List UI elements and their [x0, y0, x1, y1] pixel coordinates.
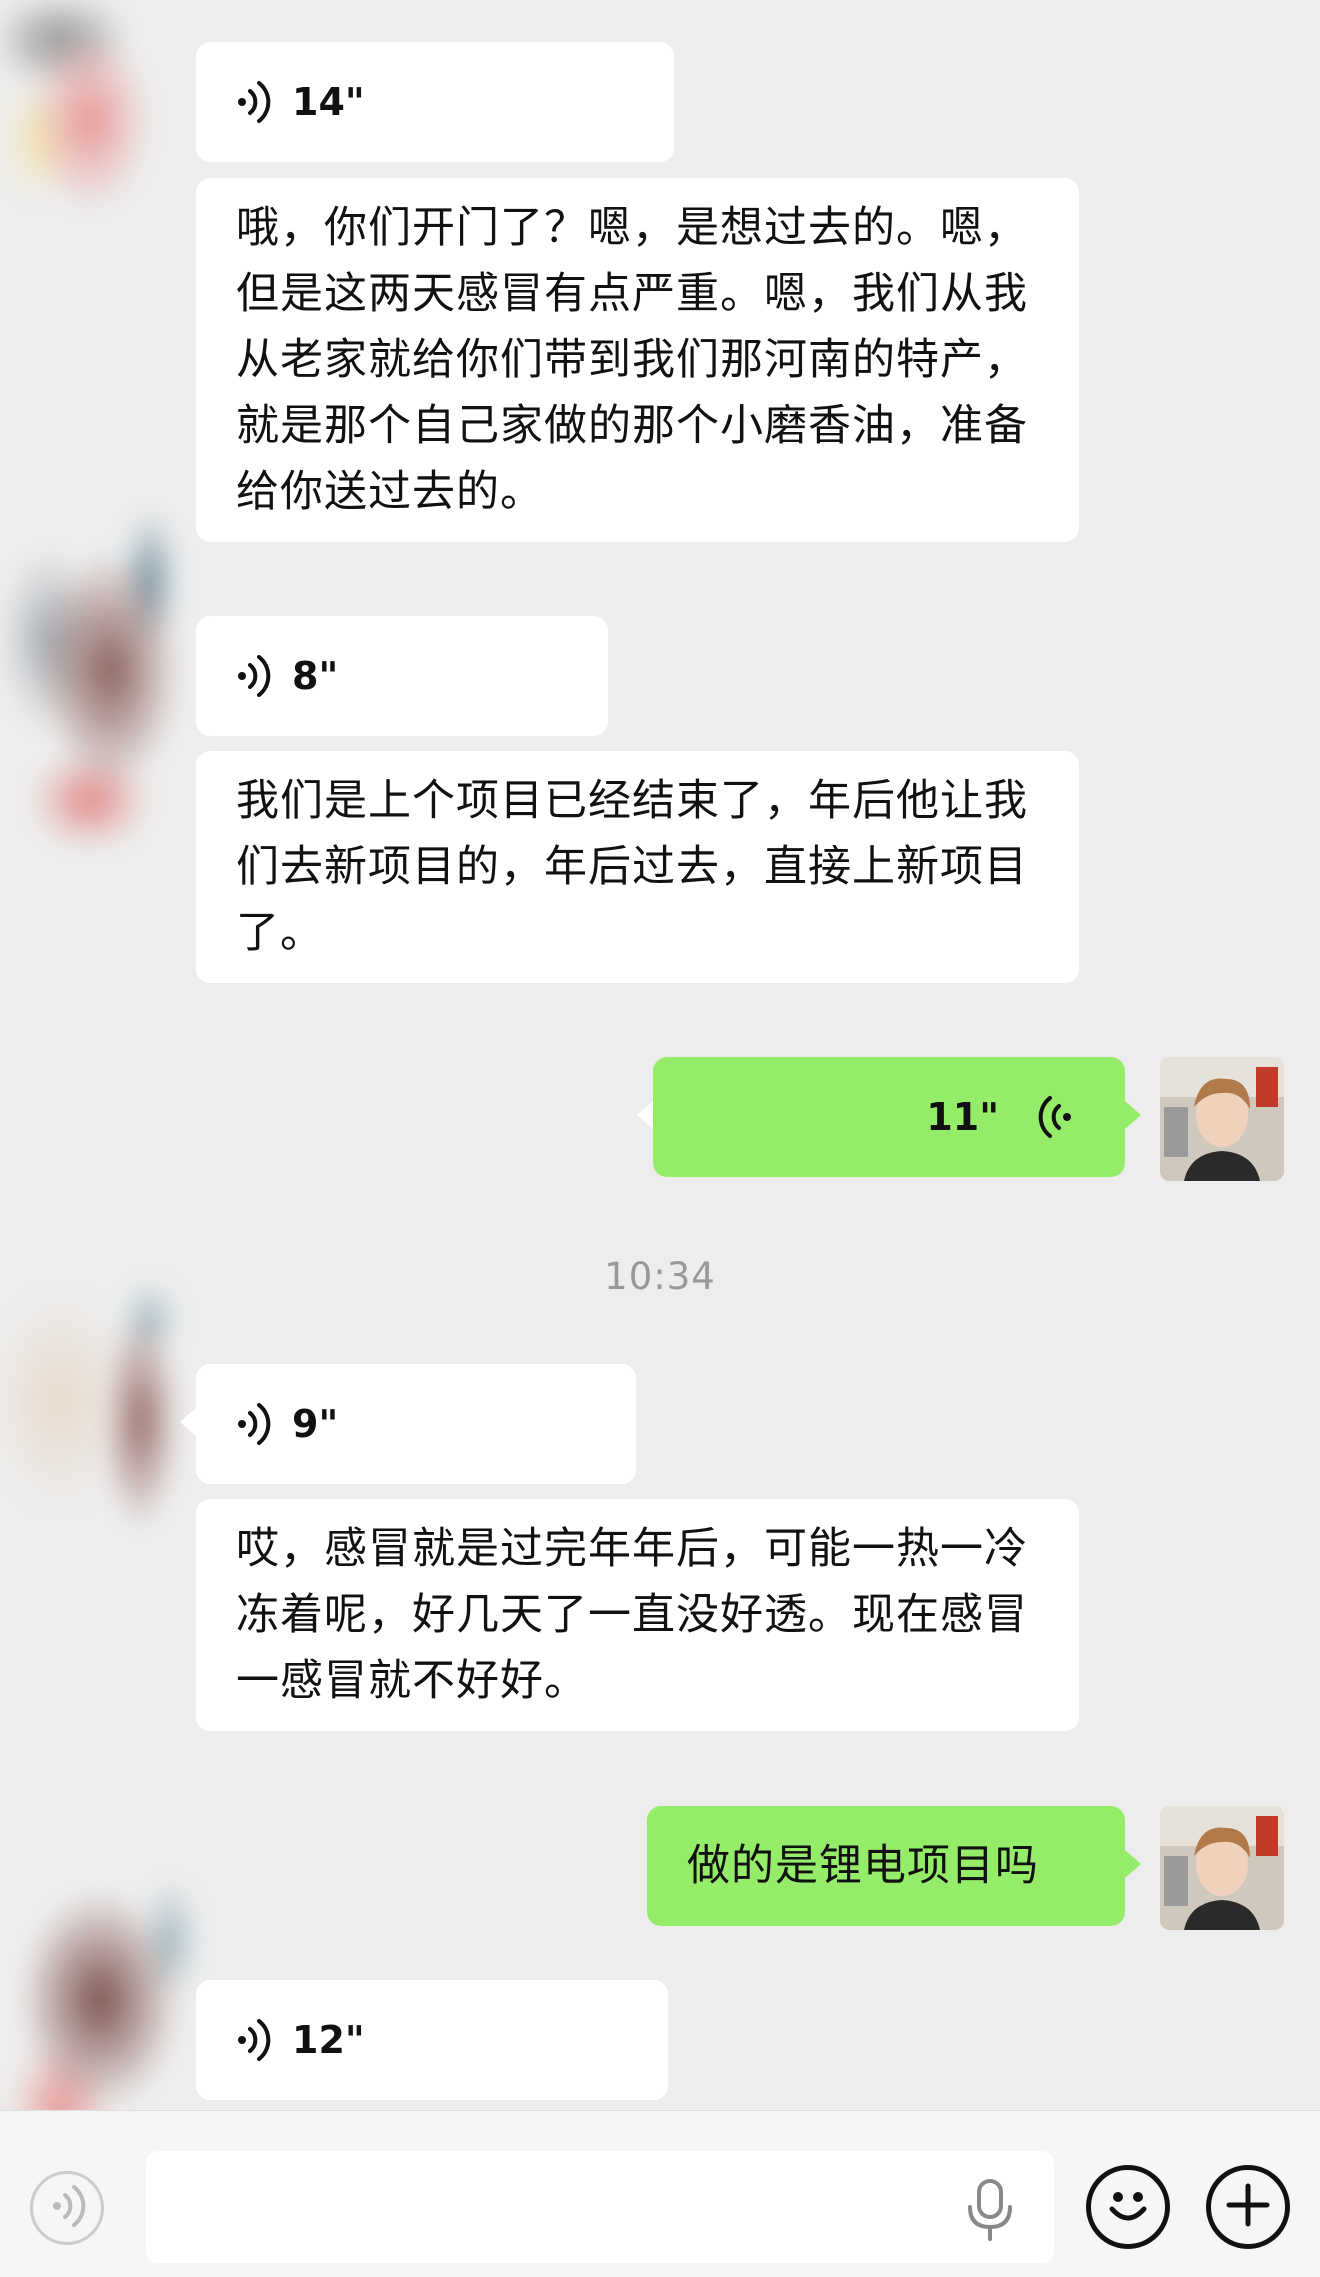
text-message[interactable]: 我们是上个项目已经结束了，年后他让我们去新项目的，年后过去，直接上新项目了。 [196, 751, 1079, 983]
my-voice-message[interactable]: 11" [637, 1057, 1141, 1177]
voice-wave-icon [234, 653, 274, 699]
chat-history[interactable]: 14" 哦，你们开门了？嗯，是想过去的。嗯，但是这两天感冒有点严重。嗯，我们从我… [0, 0, 1320, 2110]
smiley-icon [1098, 2175, 1158, 2239]
input-bar [0, 2110, 1320, 2277]
voice-toggle-button[interactable] [30, 2171, 104, 2245]
my-text-message[interactable]: 做的是锂电项目吗 [647, 1806, 1141, 1926]
voice-duration: 8" [292, 654, 339, 698]
voice-duration: 11" [926, 1095, 999, 1139]
contact-avatar-blurred[interactable] [0, 1250, 200, 1600]
more-button[interactable] [1206, 2165, 1290, 2249]
plus-icon [1223, 2180, 1273, 2234]
voice-message[interactable]: 14" [196, 42, 674, 162]
message-input[interactable] [146, 2151, 1054, 2263]
text-message[interactable]: 哎，感冒就是过完年年后，可能一热一冷冻着呢，好几天了一直没好透。现在感冒一感冒就… [196, 1499, 1079, 1731]
message-timestamp: 10:34 [604, 1255, 716, 1298]
voice-message[interactable]: 12" [196, 1980, 668, 2100]
my-avatar[interactable] [1160, 1057, 1284, 1181]
voice-wave-icon [234, 79, 274, 125]
my-avatar[interactable] [1160, 1806, 1284, 1930]
contact-avatar-blurred[interactable] [0, 1880, 200, 2110]
voice-wave-icon [47, 2183, 87, 2233]
voice-duration: 12" [292, 2018, 365, 2062]
voice-wave-icon [1035, 1094, 1075, 1140]
voice-duration: 9" [292, 1402, 339, 1446]
voice-message[interactable]: 9" [180, 1364, 636, 1484]
voice-message[interactable]: 8" [196, 616, 608, 736]
voice-wave-icon [234, 2017, 274, 2063]
voice-wave-icon [234, 1401, 274, 1447]
emoji-button[interactable] [1086, 2165, 1170, 2249]
microphone-icon[interactable] [962, 2179, 1018, 2241]
contact-avatar-blurred[interactable] [0, 0, 200, 240]
contact-avatar-blurred[interactable] [0, 510, 200, 860]
voice-duration: 14" [292, 80, 365, 124]
text-message[interactable]: 哦，你们开门了？嗯，是想过去的。嗯，但是这两天感冒有点严重。嗯，我们从我从老家就… [196, 178, 1079, 542]
